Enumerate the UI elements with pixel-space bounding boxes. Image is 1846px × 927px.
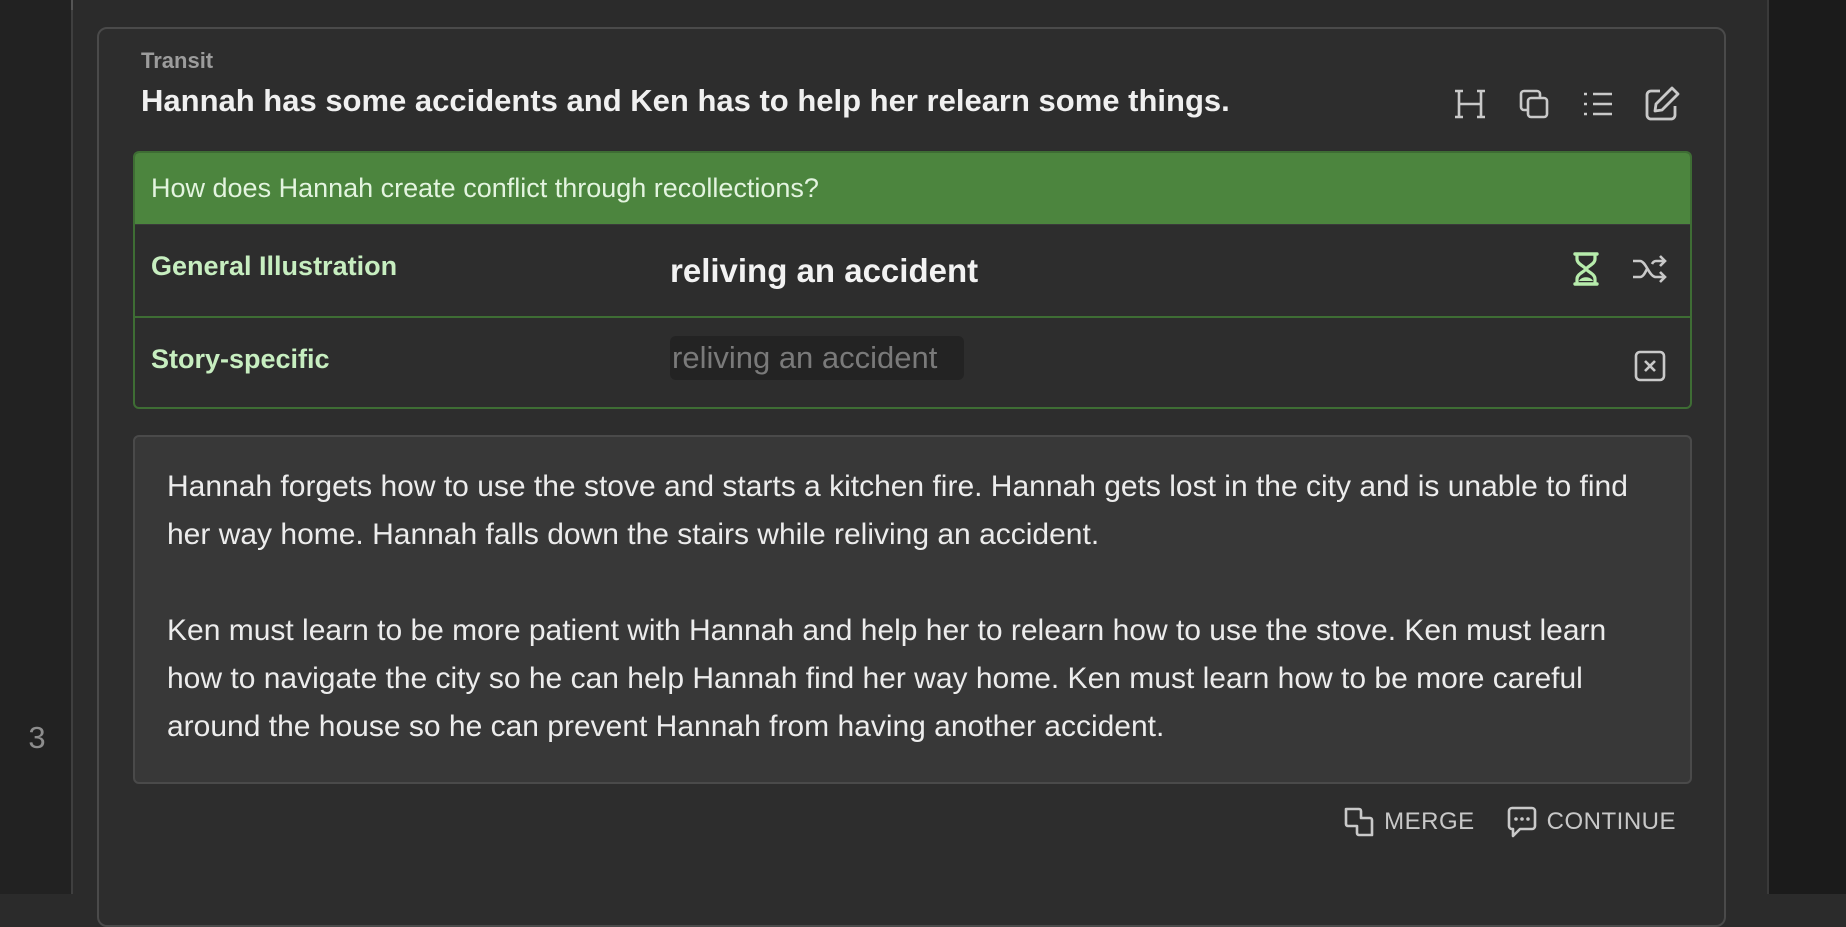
story-specific-input[interactable] (670, 336, 964, 380)
edit-button[interactable] (1630, 81, 1694, 127)
general-illustration-value: reliving an accident (670, 252, 979, 289)
story-specific-row: Story-specific (135, 316, 1690, 407)
clear-icon (1634, 350, 1666, 382)
card-title: Hannah has some accidents and Ken has to… (141, 83, 1230, 118)
clear-button[interactable] (1628, 344, 1672, 388)
heading-button[interactable] (1438, 81, 1502, 127)
footer-actions: MERGE CONTINUE (1342, 805, 1676, 839)
right-pane (1769, 0, 1846, 894)
card-label: Transit (141, 48, 214, 73)
line-number: 3 (28, 720, 46, 755)
row-label: Story-specific (151, 344, 330, 374)
row-actions (1564, 247, 1672, 291)
gutter-divider (71, 0, 73, 894)
list-button[interactable] (1566, 81, 1630, 127)
continue-label: CONTINUE (1546, 808, 1676, 835)
shuffle-icon (1633, 255, 1667, 283)
row-actions (1628, 344, 1672, 388)
editor-gutter (0, 0, 72, 894)
comment-icon (1507, 806, 1536, 838)
gutter-tick (71, 0, 73, 10)
story-card: Transit Hannah has some accidents and Ke… (97, 27, 1726, 927)
row-label: General Illustration (151, 251, 398, 281)
merge-label: MERGE (1384, 808, 1475, 835)
copy-button[interactable] (1502, 81, 1566, 127)
shuffle-button[interactable] (1628, 247, 1672, 291)
merge-button[interactable]: MERGE (1342, 805, 1475, 839)
copy-icon (1519, 89, 1549, 119)
hourglass-button[interactable] (1564, 247, 1608, 291)
paragraph: Ken must learn to be more patient with H… (167, 614, 1607, 743)
list-icon (1584, 92, 1612, 116)
merge-icon (1344, 807, 1374, 837)
generated-text[interactable]: Hannah forgets how to use the stove and … (133, 435, 1692, 784)
question-prompt: How does Hannah create conflict through … (135, 153, 1690, 224)
general-illustration-row: General Illustration reliving an acciden… (135, 224, 1690, 316)
heading-icon (1455, 89, 1485, 119)
paragraph: Hannah forgets how to use the stove and … (167, 470, 1628, 551)
card-toolbar (1438, 81, 1694, 127)
edit-icon (1645, 86, 1680, 121)
continue-button[interactable]: CONTINUE (1505, 805, 1676, 839)
hourglass-icon (1573, 252, 1599, 286)
question-panel: How does Hannah create conflict through … (133, 151, 1692, 409)
